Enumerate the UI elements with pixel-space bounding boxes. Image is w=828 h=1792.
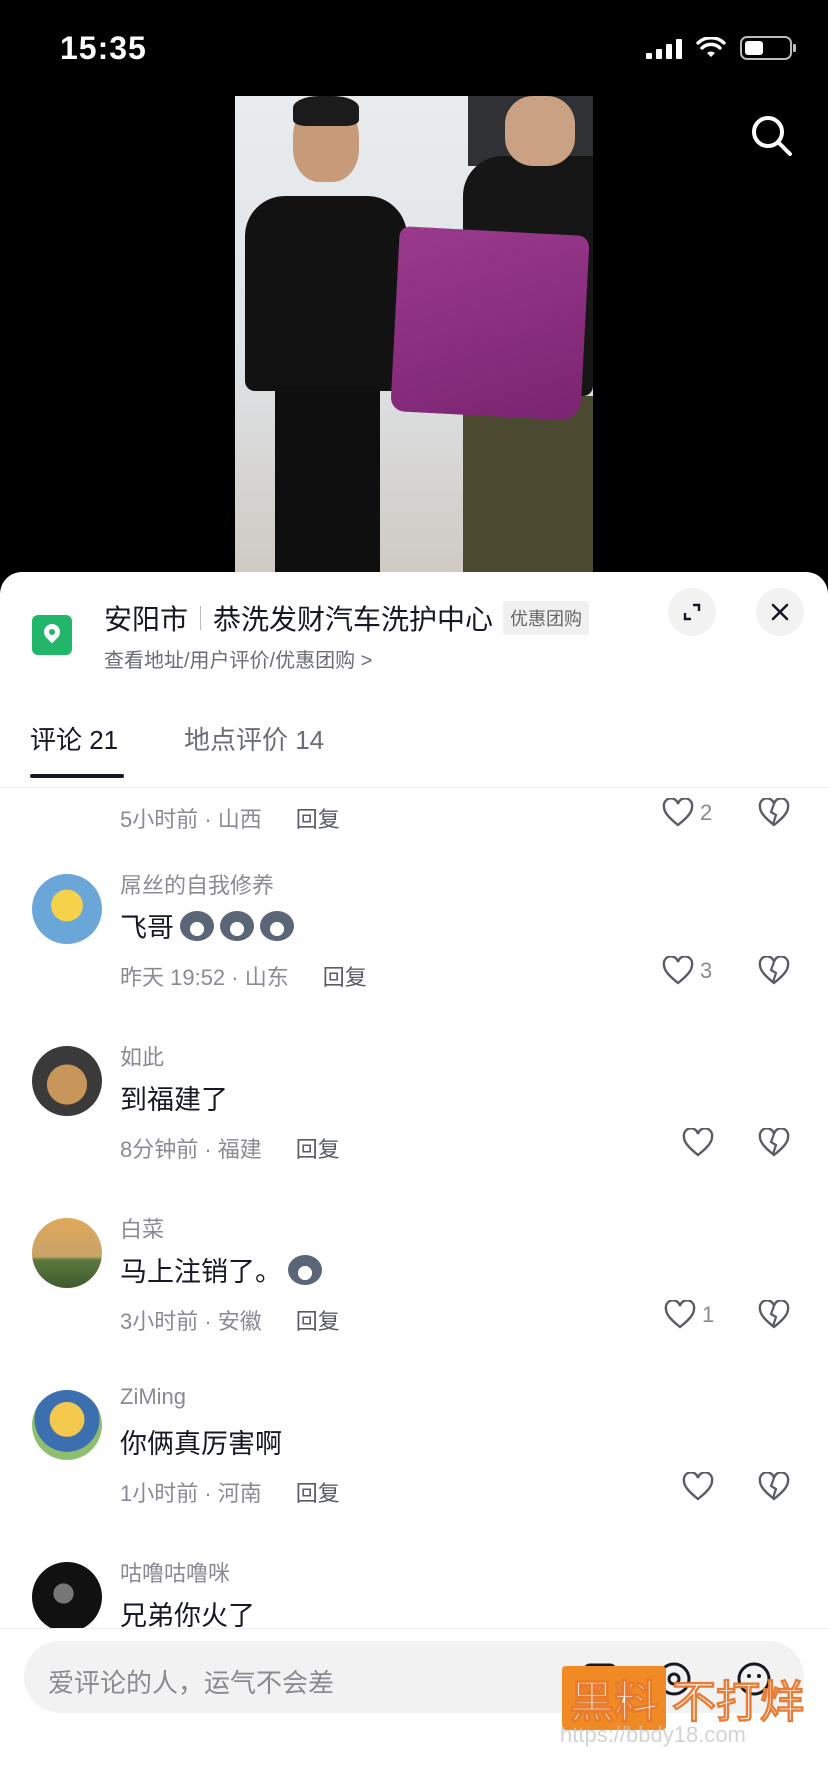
dislike-icon[interactable]: [758, 798, 790, 828]
comment-time-location: 5小时前 · 山西: [120, 807, 262, 832]
heart-icon: [662, 798, 694, 827]
comment-time-location: 3小时前 · 安徽: [120, 1309, 262, 1334]
comment-username[interactable]: 白菜: [120, 1212, 164, 1244]
avatar[interactable]: [32, 1046, 102, 1116]
heart-icon: [664, 1300, 696, 1329]
husky-emoji-icon: [288, 1254, 322, 1285]
husky-emoji-icon: [180, 910, 214, 941]
husky-emoji-icon: [260, 910, 294, 941]
watermark-url: https://bbdy18.com: [560, 1722, 746, 1747]
comment-sheet: 安阳市 恭洗发财汽车洗护中心 优惠团购 查看地址/用户评价/优惠团购 > 评论 …: [0, 572, 828, 1792]
avatar[interactable]: [32, 874, 102, 944]
location-pin-icon: [32, 615, 72, 655]
wifi-icon: [696, 37, 726, 57]
comment-meta: 8分钟前 · 福建 回复: [120, 1132, 340, 1164]
comment-username[interactable]: 屌丝的自我修养: [120, 868, 274, 900]
comment-item[interactable]: 如此 到福建了 8分钟前 · 福建 回复: [0, 1034, 828, 1194]
video-frame: [235, 96, 593, 572]
comment-body: 飞哥: [120, 913, 174, 943]
close-button[interactable]: [756, 588, 804, 636]
close-icon: [771, 603, 789, 621]
status-icons: [646, 36, 796, 60]
comment-item[interactable]: 屌丝的自我修养 飞哥 昨天 19:52 · 山东 回复 3: [0, 862, 828, 1022]
husky-emoji-icon: [220, 910, 254, 941]
like-count: 2: [700, 800, 713, 825]
like-button[interactable]: 1: [664, 1300, 714, 1330]
comment-text: 马上注销了。: [120, 1250, 322, 1289]
comment-body: 到福建了: [120, 1085, 228, 1115]
avatar[interactable]: [32, 1562, 102, 1632]
comment-username[interactable]: ZiMing: [120, 1384, 186, 1410]
like-button[interactable]: 3: [662, 956, 712, 986]
dislike-icon[interactable]: [758, 1472, 790, 1502]
divider: [0, 787, 828, 788]
battery-icon: [740, 36, 796, 60]
comment-item[interactable]: ZiMing 你俩真厉害啊 1小时前 · 河南 回复: [0, 1378, 828, 1538]
like-count: 3: [700, 958, 713, 983]
status-bar: 15:35: [0, 0, 828, 96]
dislike-icon[interactable]: [758, 1300, 790, 1330]
location-header[interactable]: 安阳市 恭洗发财汽车洗护中心 优惠团购 查看地址/用户评价/优惠团购 >: [0, 572, 828, 692]
heart-icon: [682, 1128, 714, 1157]
tab-location-reviews[interactable]: 地点评价 14: [184, 720, 324, 757]
like-button[interactable]: 2: [662, 798, 712, 828]
title-divider: [200, 606, 202, 630]
comment-text: 到福建了: [120, 1078, 228, 1117]
watermark-text: 不打烊: [672, 1678, 805, 1728]
avatar[interactable]: [32, 1390, 102, 1460]
comment-input-placeholder: 爱评论的人，运气不会差: [48, 1668, 335, 1698]
search-icon[interactable]: [748, 112, 796, 160]
comment-meta: 1小时前 · 河南 回复: [120, 1476, 340, 1508]
video-player[interactable]: [0, 96, 828, 576]
dislike-icon[interactable]: [758, 1128, 790, 1158]
watermark-badge: 黑料: [562, 1666, 666, 1730]
comment-meta: 5小时前 · 山西 回复: [120, 802, 340, 834]
comment-username[interactable]: 咕噜咕噜咪: [120, 1556, 230, 1588]
location-title[interactable]: 安阳市 恭洗发财汽车洗护中心 优惠团购: [104, 598, 590, 638]
comment-meta: 昨天 19:52 · 山东 回复: [120, 960, 367, 992]
like-count: 1: [702, 1302, 715, 1327]
comment-time-location: 8分钟前 · 福建: [120, 1137, 262, 1162]
avatar[interactable]: [32, 1218, 102, 1288]
comment-text: 你俩真厉害啊: [120, 1422, 282, 1461]
reply-button[interactable]: 回复: [323, 960, 367, 992]
cellular-signal-icon: [646, 37, 682, 59]
watermark: 黑料 不打烊: [562, 1666, 805, 1730]
group-buy-tag[interactable]: 优惠团购: [503, 601, 590, 635]
reply-button[interactable]: 回复: [296, 1132, 340, 1164]
comment-time-location: 1小时前 · 河南: [120, 1481, 262, 1506]
reply-button[interactable]: 回复: [296, 1476, 340, 1508]
heart-icon: [662, 956, 694, 985]
active-tab-indicator: [30, 774, 124, 778]
like-button[interactable]: [682, 1472, 714, 1502]
reply-button[interactable]: 回复: [296, 1304, 340, 1336]
comment-text: 飞哥: [120, 906, 294, 945]
location-name: 恭洗发财汽车洗护中心: [213, 604, 494, 635]
comment-username[interactable]: 如此: [120, 1040, 164, 1072]
location-city: 安阳市: [104, 604, 189, 635]
comment-time-location: 昨天 19:52 · 山东: [120, 965, 289, 990]
comment-item[interactable]: 白菜 马上注销了。 3小时前 · 安徽 回复 1: [0, 1206, 828, 1366]
expand-button[interactable]: [668, 588, 716, 636]
like-button[interactable]: [682, 1128, 714, 1158]
dislike-icon[interactable]: [758, 956, 790, 986]
comment-meta: 3小时前 · 安徽 回复: [120, 1304, 340, 1336]
status-time: 15:35: [60, 30, 147, 66]
comment-body: 马上注销了。: [120, 1257, 282, 1287]
comment-body: 你俩真厉害啊: [120, 1429, 282, 1459]
heart-icon: [682, 1472, 714, 1501]
comment-tabs: 评论 21 地点评价 14: [0, 692, 828, 780]
reply-button[interactable]: 回复: [296, 802, 340, 834]
purple-towel: [390, 226, 590, 421]
location-links[interactable]: 查看地址/用户评价/优惠团购 >: [104, 644, 372, 673]
tab-comments[interactable]: 评论 21: [30, 720, 118, 757]
expand-icon: [683, 603, 701, 621]
